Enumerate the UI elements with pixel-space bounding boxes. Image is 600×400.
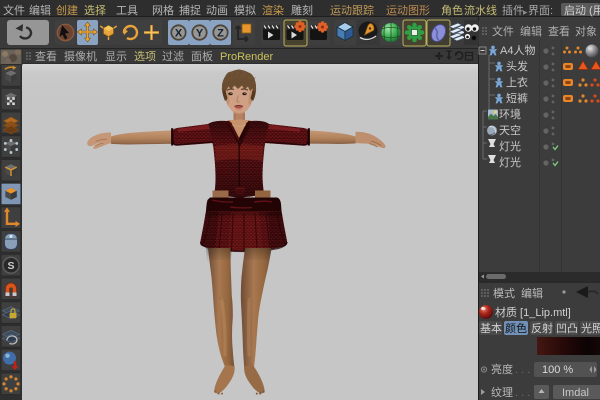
svg-text:S: S — [7, 260, 14, 272]
